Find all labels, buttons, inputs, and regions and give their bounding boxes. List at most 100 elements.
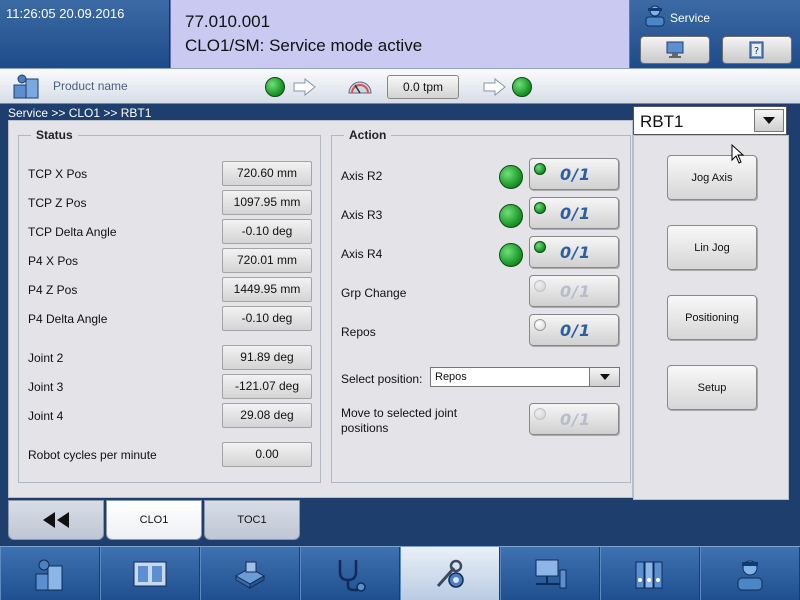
axis-status-led [499, 243, 523, 267]
status-row-label: TCP Z Pos [28, 196, 87, 210]
status-group: Status TCP X Pos 720.60 mm TCP Z Pos 109… [18, 128, 321, 483]
status-led [265, 77, 285, 97]
action-row-label: Repos [341, 325, 376, 339]
move-joint-label-line2: positions [341, 421, 389, 435]
status-row-value: -121.07 deg [222, 374, 312, 399]
back-tab[interactable] [8, 500, 104, 540]
toggle-button-axis-r4[interactable]: 0/1 [529, 236, 619, 268]
chevron-down-icon [763, 117, 775, 124]
chevron-down-icon [599, 374, 610, 380]
action-row-label: Grp Change [341, 286, 407, 300]
toggle-indicator [534, 163, 546, 175]
status-row-value: 0.00 [222, 442, 312, 467]
status-row-label: Joint 2 [28, 351, 64, 365]
axis-status-led [499, 204, 523, 228]
action-row-label: Axis R4 [341, 247, 383, 261]
action-row-label: Axis R2 [341, 169, 383, 183]
status-row-value: 29.08 deg [222, 403, 312, 428]
select-position-label: Select position: [341, 372, 423, 386]
move-joint-label-line1: Move to selected joint [341, 406, 458, 420]
nav-overview-button[interactable] [0, 547, 100, 600]
status-row-label: P4 X Pos [28, 254, 79, 268]
flow-arrow-icon [293, 78, 316, 96]
tab-clo1[interactable]: CLO1 [106, 500, 202, 540]
material-stack-icon [234, 561, 266, 589]
status-title: Status [31, 128, 78, 142]
right-panel: Jog Axis Lin Jog Positioning Setup [633, 135, 789, 500]
help-button[interactable]: ? [722, 36, 792, 64]
svg-text:?: ? [754, 46, 759, 57]
status-row-value: 1449.95 mm [222, 277, 312, 302]
status-row-label: P4 Delta Angle [28, 312, 108, 326]
action-group: Action Axis R2 0/1 Axis R3 0/1 Axis R4 0… [331, 128, 631, 483]
robot-select-value: RBT1 [640, 112, 684, 131]
lin-jog-button[interactable]: Lin Jog [667, 225, 757, 270]
toggle-label: 0/1 [560, 282, 592, 301]
toggle-button-axis-r2[interactable]: 0/1 [529, 158, 619, 190]
toolbar: Product name 0.0 tpm [0, 68, 800, 104]
message-text: CLO1/SM: Service mode active [185, 36, 423, 55]
toggle-button-grp-change[interactable]: 0/1 [529, 275, 619, 307]
nav-network-button[interactable] [500, 547, 600, 600]
breadcrumb: Service >> CLO1 >> RBT1 [8, 106, 152, 120]
product-icon [13, 74, 39, 99]
message-area[interactable]: 77.010.001 CLO1/SM: Service mode active [170, 0, 630, 68]
speed-gauge-icon [348, 81, 372, 94]
remote-desktop-button[interactable] [640, 36, 710, 64]
mouse-cursor-icon [731, 144, 745, 164]
tpm-display: 0.0 tpm [387, 75, 459, 99]
flow-arrow-icon [483, 78, 506, 96]
status-row-value: 720.01 mm [222, 248, 312, 273]
select-position-dropdown[interactable]: Repos [430, 367, 620, 387]
datetime-display: 11:26:05 20.09.2016 [6, 6, 125, 21]
status-row-value: 91.89 deg [222, 345, 312, 370]
toggle-indicator [534, 408, 546, 420]
user-area: Service ? [630, 0, 800, 68]
status-row-value: 1097.95 mm [222, 190, 312, 215]
status-led [512, 77, 532, 97]
action-title: Action [344, 128, 392, 142]
status-row-label: Robot cycles per minute [28, 448, 157, 462]
help-book-icon: ? [749, 41, 764, 59]
stethoscope-icon [338, 560, 366, 592]
nav-material-button[interactable] [200, 547, 300, 600]
status-row-label: Joint 4 [28, 409, 64, 423]
status-row-label: TCP Delta Angle [28, 225, 117, 239]
status-row-value: -0.10 deg [222, 306, 312, 331]
bottom-navigation [0, 546, 800, 600]
main-panel: Status TCP X Pos 720.60 mm TCP Z Pos 109… [8, 120, 633, 498]
monitor-icon [666, 41, 684, 58]
nav-service-button[interactable] [400, 547, 500, 600]
nav-archive-button[interactable] [600, 547, 700, 600]
toggle-label: 0/1 [560, 165, 592, 184]
status-row-value: -0.10 deg [222, 219, 312, 244]
toggle-indicator [534, 241, 546, 253]
product-name: Product name [53, 79, 128, 93]
nav-diagnosis-button[interactable] [300, 547, 400, 600]
positioning-button[interactable]: Positioning [667, 295, 757, 340]
toggle-button-move-joint[interactable]: 0/1 [529, 403, 619, 435]
status-row-value: 720.60 mm [222, 161, 312, 186]
toggle-label: 0/1 [560, 204, 592, 223]
nav-panels-button[interactable] [100, 547, 200, 600]
dropdown-button[interactable] [754, 109, 784, 132]
tab-toc1[interactable]: TOC1 [204, 500, 300, 540]
select-position-value: Repos [435, 371, 467, 383]
robot-select-dropdown[interactable]: RBT1 [633, 106, 787, 135]
header-datetime-area: 11:26:05 20.09.2016 [0, 0, 170, 68]
tools-gear-icon [436, 559, 464, 588]
action-row-label: Axis R3 [341, 208, 383, 222]
toggle-button-repos[interactable]: 0/1 [529, 314, 619, 346]
panels-icon [133, 561, 167, 587]
status-row-label: Joint 3 [28, 380, 64, 394]
toggle-indicator [534, 280, 546, 292]
toggle-button-axis-r3[interactable]: 0/1 [529, 197, 619, 229]
status-row-label: TCP X Pos [28, 167, 88, 181]
dropdown-button[interactable] [589, 368, 619, 386]
binders-icon [635, 561, 663, 589]
setup-button[interactable]: Setup [667, 365, 757, 410]
toggle-label: 0/1 [560, 321, 592, 340]
nav-user-button[interactable] [700, 547, 800, 600]
toggle-label: 0/1 [560, 243, 592, 262]
user-icon [737, 560, 763, 591]
